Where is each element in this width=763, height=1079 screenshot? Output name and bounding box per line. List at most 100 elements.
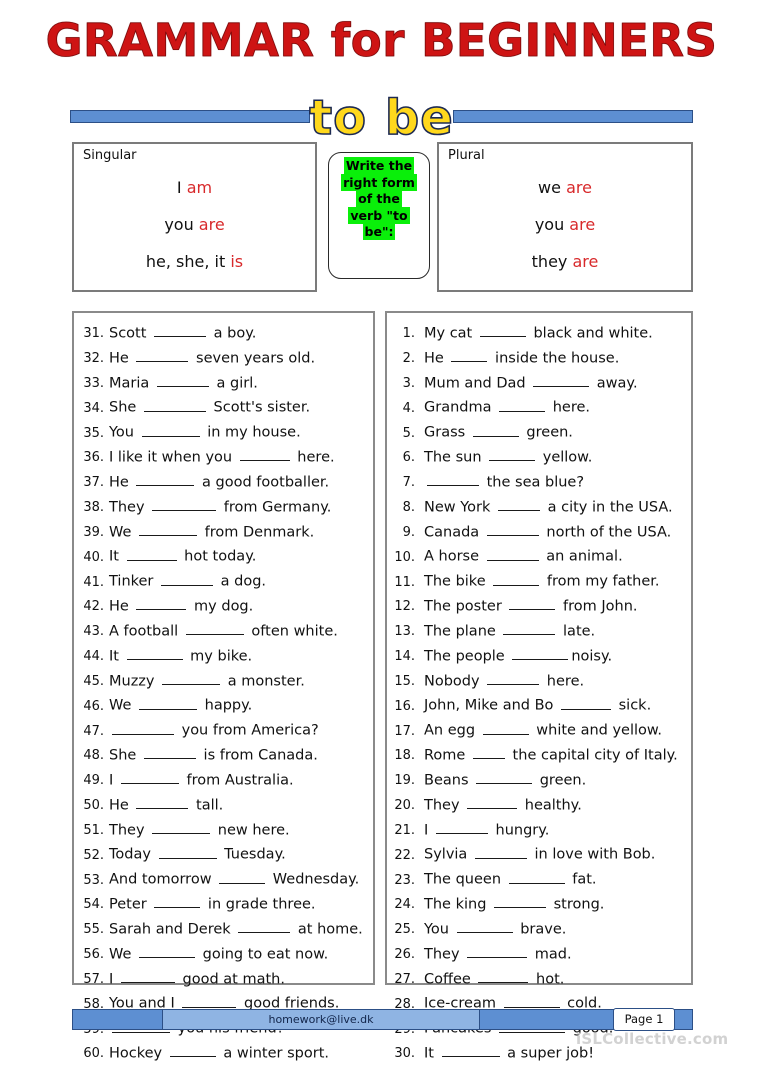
sentence-prefix: Sylvia xyxy=(424,846,472,863)
answer-blank[interactable] xyxy=(112,720,174,735)
exercise-sentence: the sea blue? xyxy=(424,472,584,490)
answer-blank[interactable] xyxy=(533,373,590,387)
answer-blank[interactable] xyxy=(154,323,207,338)
sentence-prefix: An egg xyxy=(424,722,480,739)
answer-blank[interactable] xyxy=(456,919,513,934)
exercise-number: 53. xyxy=(83,872,104,888)
exercise-number: 5. xyxy=(402,425,415,441)
answer-blank[interactable] xyxy=(126,546,177,561)
exercise-sentence: They mad. xyxy=(424,944,572,962)
answer-blank[interactable] xyxy=(494,894,547,909)
instruction-box: Write the right form of the verb "to be"… xyxy=(328,152,430,279)
answer-blank[interactable] xyxy=(508,869,565,884)
answer-blank[interactable] xyxy=(139,944,196,959)
exercise-item: 15. Nobody here. xyxy=(393,671,685,689)
answer-blank[interactable] xyxy=(467,795,518,810)
answer-blank[interactable] xyxy=(185,621,244,636)
answer-blank[interactable] xyxy=(479,323,526,338)
exercise-item: 7. the sea blue? xyxy=(393,472,685,490)
exercise-number: 52. xyxy=(83,847,104,863)
footer-email: homework@live.dk xyxy=(162,1009,480,1030)
answer-blank[interactable] xyxy=(493,571,540,586)
sentence-prefix: A horse xyxy=(424,548,484,565)
answer-blank[interactable] xyxy=(126,646,183,661)
answer-blank[interactable] xyxy=(474,844,527,859)
answer-blank[interactable] xyxy=(472,745,505,760)
answer-blank[interactable] xyxy=(512,646,569,661)
answer-blank[interactable] xyxy=(499,397,546,412)
answer-blank[interactable] xyxy=(435,820,488,834)
exercise-sentence: you from America? xyxy=(109,720,319,738)
exercise-number: 23. xyxy=(394,872,415,888)
answer-blank[interactable] xyxy=(182,993,237,1008)
sentence-prefix: I xyxy=(109,970,118,987)
answer-blank[interactable] xyxy=(136,795,189,810)
answer-blank[interactable] xyxy=(136,472,195,487)
answer-blank[interactable] xyxy=(143,397,206,412)
answer-blank[interactable] xyxy=(141,422,200,437)
answer-blank[interactable] xyxy=(427,472,479,487)
exercise-sentence: It a super job! xyxy=(424,1043,594,1061)
exercise-sentence: The king strong. xyxy=(424,894,604,912)
answer-blank[interactable] xyxy=(238,919,291,934)
answer-blank[interactable] xyxy=(561,695,612,710)
answer-blank[interactable] xyxy=(503,621,556,636)
answer-blank[interactable] xyxy=(239,447,290,462)
exercise-number: 42. xyxy=(83,599,104,615)
exercise-number: 10. xyxy=(394,549,415,565)
exercise-number: 48. xyxy=(83,748,104,764)
answer-blank[interactable] xyxy=(472,422,519,437)
exercise-sentence: She Scott's sister. xyxy=(109,397,310,416)
answer-blank[interactable] xyxy=(136,348,189,363)
answer-blank[interactable] xyxy=(152,497,217,512)
answer-blank[interactable] xyxy=(156,373,209,387)
answer-blank[interactable] xyxy=(169,1043,216,1058)
answer-blank[interactable] xyxy=(120,969,175,983)
sentence-prefix: I xyxy=(109,772,118,789)
answer-blank[interactable] xyxy=(162,671,221,685)
sentence-suffix: Tuesday. xyxy=(219,846,286,863)
answer-blank[interactable] xyxy=(154,894,201,909)
answer-blank[interactable] xyxy=(476,770,533,785)
instruction-text: of the xyxy=(356,190,402,207)
answer-blank[interactable] xyxy=(498,497,541,512)
pronoun: you xyxy=(534,215,570,234)
answer-blank[interactable] xyxy=(478,969,529,983)
answer-blank[interactable] xyxy=(489,447,536,462)
sentence-suffix: here. xyxy=(542,672,585,689)
instruction-line: right form xyxy=(329,173,429,191)
answer-blank[interactable] xyxy=(136,596,187,611)
sentence-prefix: The bike xyxy=(424,573,491,590)
answer-blank[interactable] xyxy=(158,844,217,859)
exercise-number: 25. xyxy=(394,922,415,938)
exercise-sentence: Muzzy a monster. xyxy=(109,671,305,689)
answer-blank[interactable] xyxy=(139,695,198,710)
answer-blank[interactable] xyxy=(467,944,528,959)
sentence-prefix: My cat xyxy=(424,325,477,342)
answer-blank[interactable] xyxy=(139,522,198,536)
sentence-prefix: She xyxy=(109,399,141,416)
answer-blank[interactable] xyxy=(441,1043,500,1058)
answer-blank[interactable] xyxy=(451,348,488,363)
answer-blank[interactable] xyxy=(503,993,560,1008)
sentence-suffix: green. xyxy=(535,772,587,789)
answer-blank[interactable] xyxy=(486,546,539,561)
instruction-text: verb "to xyxy=(348,206,410,224)
answer-blank[interactable] xyxy=(486,522,539,536)
exercise-item: 16. John, Mike and Bo sick. xyxy=(393,695,685,714)
answer-blank[interactable] xyxy=(161,571,214,586)
answer-blank[interactable] xyxy=(487,671,540,685)
sentence-prefix: Coffee xyxy=(424,970,476,987)
exercise-item: 44. It my bike. xyxy=(80,646,367,664)
answer-blank[interactable] xyxy=(120,770,179,785)
answer-blank[interactable] xyxy=(509,596,556,611)
answer-blank[interactable] xyxy=(152,820,211,834)
exercise-item: 9. Canada north of the USA. xyxy=(393,522,685,540)
sentence-suffix: good at math. xyxy=(177,970,285,987)
exercise-item: 51. They new here. xyxy=(80,820,367,838)
sentence-suffix: noisy. xyxy=(571,648,613,665)
sentence-prefix: And tomorrow xyxy=(109,871,217,888)
answer-blank[interactable] xyxy=(482,720,529,735)
answer-blank[interactable] xyxy=(219,869,266,884)
answer-blank[interactable] xyxy=(143,745,196,760)
